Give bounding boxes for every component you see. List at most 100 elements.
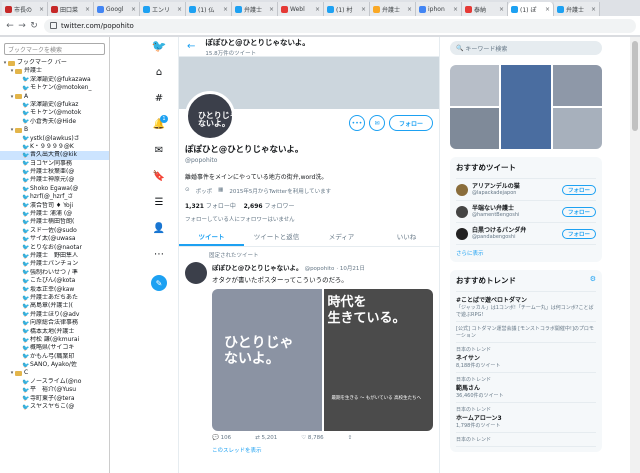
- browser-tab[interactable]: 弁護士 ×: [554, 2, 600, 16]
- bookmark-item[interactable]: 🐦 弁護士楠田哲朗(: [0, 218, 109, 226]
- close-icon[interactable]: ×: [131, 6, 136, 13]
- back-arrow-icon[interactable]: ←: [187, 41, 195, 52]
- reco-follow-button[interactable]: フォロー: [561, 184, 596, 195]
- following-label[interactable]: フォロー中: [206, 203, 236, 210]
- media-thumb[interactable]: [552, 108, 602, 149]
- close-icon[interactable]: ×: [407, 6, 412, 13]
- reco-avatar[interactable]: [456, 227, 468, 240]
- followers-label[interactable]: フォロワー: [264, 203, 294, 210]
- close-icon[interactable]: ×: [269, 6, 274, 13]
- close-icon[interactable]: ×: [499, 6, 504, 13]
- reco-item[interactable]: アリアンデルの猫 @lapackadejapon フォロー: [456, 179, 596, 201]
- browser-tab[interactable]: 弁護士 ×: [370, 2, 416, 16]
- bookmark-folder[interactable]: ▾ C: [0, 369, 109, 377]
- bookmark-item[interactable]: 🐦 弁護士 浦浦 (@: [0, 210, 109, 218]
- close-icon[interactable]: ×: [361, 6, 366, 13]
- bookmark-item[interactable]: 🐦 平 裕介(@Yusu: [0, 386, 109, 394]
- media-thumb[interactable]: [501, 65, 551, 149]
- browser-tab[interactable]: Webl ×: [278, 2, 324, 16]
- bookmark-item[interactable]: 🐦 弁護士パンチョン: [0, 260, 109, 268]
- more-icon[interactable]: ⋯: [152, 247, 166, 261]
- bookmark-item[interactable]: 🐦 弁護士あだちあた: [0, 294, 109, 302]
- bookmark-item[interactable]: 🐦 スヤスヤちこ(@: [0, 403, 109, 411]
- close-icon[interactable]: ×: [591, 6, 596, 13]
- reload-button[interactable]: ↻: [28, 21, 40, 31]
- tweet[interactable]: ぽぽひと@ひとりじゃないよ。 @popohito · 10月21日 オタクが書い…: [179, 259, 439, 457]
- scrollbar[interactable]: [630, 37, 640, 473]
- trend-item[interactable]: 日本のトレンド ネイサン 8,188件のツイート: [456, 343, 596, 373]
- reco-follow-button[interactable]: フォロー: [561, 228, 596, 239]
- gear-icon[interactable]: ⚙: [590, 275, 596, 283]
- bookmark-item[interactable]: 🐦 hzrf(@_hzrf_さ: [0, 193, 109, 201]
- message-button[interactable]: ✉: [368, 115, 385, 131]
- browser-tab[interactable]: (1) ぽ ×: [508, 2, 554, 16]
- trend-item[interactable]: 日本のトレンド 範馬さん 36,460件のツイート: [456, 373, 596, 403]
- bookmark-item[interactable]: 🐦 晋久出大貴(@kik: [0, 151, 109, 160]
- bookmark-item[interactable]: 🐦 モトケン(@motoken_: [0, 84, 109, 92]
- like-button[interactable]: ♡ 8,786: [301, 435, 323, 441]
- tweet-date[interactable]: · 10月21日: [336, 266, 365, 272]
- tweet-image-1[interactable]: ひとりじゃ ないよ。: [212, 289, 322, 431]
- browser-tab[interactable]: 弁護士 ×: [232, 2, 278, 16]
- browser-tab[interactable]: Googl ×: [94, 2, 140, 16]
- close-icon[interactable]: ×: [315, 6, 320, 13]
- mail-icon[interactable]: ✉: [152, 143, 166, 157]
- media-thumb[interactable]: [552, 65, 602, 106]
- twitter-search-input[interactable]: 🔍 キーワード検索: [450, 41, 602, 55]
- reco-follow-button[interactable]: フォロー: [561, 206, 596, 217]
- trend-item[interactable]: [公式] コトダマン運営会議 [モンストコラボ開催中!]のプロモーション: [456, 322, 596, 343]
- scrollbar-thumb[interactable]: [632, 41, 638, 131]
- reco-item[interactable]: 白黒つけるパンダ弁 @pandabengoshi フォロー: [456, 223, 596, 245]
- tweet-image-2[interactable]: 時代を 生きている。 最期を生きる 〜 もがいている 高校生たちへ: [323, 289, 433, 431]
- reco-avatar[interactable]: [456, 183, 468, 196]
- tab-likes[interactable]: いいね: [374, 229, 439, 246]
- bookmark-item[interactable]: 🐦 弁護士秋葉亜(@: [0, 168, 109, 176]
- reco-name[interactable]: アリアンデルの猫: [472, 183, 520, 190]
- media-thumb[interactable]: [450, 65, 500, 106]
- close-icon[interactable]: ×: [453, 6, 458, 13]
- bookmark-item[interactable]: 🐦 こたぴん(@kota: [0, 277, 109, 285]
- followers-count[interactable]: 2,696: [244, 203, 263, 210]
- bookmark-item[interactable]: 🐦 村松 謙(@kmurai: [0, 336, 109, 344]
- close-icon[interactable]: ×: [223, 6, 228, 13]
- media-grid[interactable]: [450, 65, 602, 149]
- twitter-logo-icon[interactable]: 🐦: [152, 39, 167, 53]
- bookmark-item[interactable]: 🐦 ystk(@lawkus)さ: [0, 135, 109, 143]
- bookmark-folder[interactable]: ▾ A: [0, 93, 109, 101]
- trend-item[interactable]: #ことばで遊べロトダマン 「ジャッカル」は1コンボ!「チーム一丸」は何コンボ?こと…: [456, 292, 596, 322]
- reco-avatar[interactable]: [456, 205, 468, 218]
- bookmark-item[interactable]: 🐦 寺町東子(@tera: [0, 395, 109, 403]
- tab-tweets[interactable]: ツイート: [179, 229, 244, 246]
- bookmark-item[interactable]: 🐦 モトケン(@motok: [0, 109, 109, 117]
- bookmark-item[interactable]: 🐦 弁護士ほり(@adv: [0, 311, 109, 319]
- reco-item[interactable]: 半端ない弁護士 @hamentBengoshi フォロー: [456, 201, 596, 223]
- tab-tweets-replies[interactable]: ツイートと返信: [244, 229, 309, 246]
- back-button[interactable]: ←: [4, 21, 16, 31]
- bookmark-item[interactable]: 🐦 坂本正幸(@kaw: [0, 286, 109, 294]
- bookmark-item[interactable]: 🐦 とりなお(@naotar: [0, 244, 109, 252]
- bookmark-item[interactable]: 🐦 かもん弓(職業印: [0, 353, 109, 361]
- bookmark-item[interactable]: 🐦 深澤諭史(@fukazawa: [0, 76, 109, 84]
- browser-tab[interactable]: 市長の ×: [2, 2, 48, 16]
- share-button[interactable]: ⇪: [348, 435, 353, 441]
- bookmark-folder[interactable]: ▾ B: [0, 126, 109, 134]
- bookmark-item[interactable]: 🐦 SANO, Ayako/佐: [0, 361, 109, 369]
- bookmark-folder[interactable]: ▾ ブックマーク バー: [0, 59, 109, 67]
- reco-name[interactable]: 半端ない弁護士: [472, 205, 514, 212]
- bookmark-item[interactable]: 🐦 小倉秀夫(@Hide: [0, 118, 109, 126]
- bookmark-item[interactable]: 🐦 弁護士神原元(@: [0, 176, 109, 184]
- bookmark-item[interactable]: 🐦 向原総合法律事務: [0, 319, 109, 327]
- bookmark-item[interactable]: 🐦 ヨコヤン同事務: [0, 160, 109, 168]
- home-icon[interactable]: ⌂: [152, 65, 166, 79]
- close-icon[interactable]: ×: [545, 6, 550, 13]
- browser-tab[interactable]: iphon ×: [416, 2, 462, 16]
- hash-icon[interactable]: #: [152, 91, 166, 105]
- media-thumb[interactable]: [450, 108, 500, 149]
- avatar[interactable]: ひとりじゃ ないよ。: [185, 91, 235, 141]
- reply-button[interactable]: 💬 106: [212, 435, 231, 441]
- close-icon[interactable]: ×: [39, 6, 44, 13]
- reco-name[interactable]: 白黒つけるパンダ弁: [472, 227, 526, 234]
- tweet-avatar[interactable]: [185, 262, 207, 284]
- url-field[interactable]: twitter.com/popohito: [44, 18, 636, 33]
- bookmark-item[interactable]: 🐦 濱合哲司 ♦ Yoji: [0, 202, 109, 210]
